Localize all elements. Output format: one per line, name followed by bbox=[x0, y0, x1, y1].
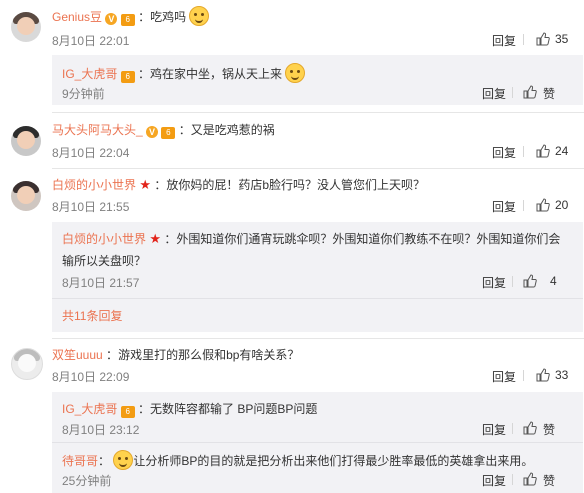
comment-sep: ： bbox=[154, 178, 167, 192]
reply-line: IG_大虎哥 6 ：鸡在家中坐，锅从天上来 bbox=[62, 63, 306, 83]
level-icon: 6 bbox=[161, 127, 176, 139]
reply-text-line2: 输所以关盘呗？ bbox=[62, 254, 147, 268]
reply-line: 白烦的小小世界 ★ ：外围知道你们通宵玩跳伞呗？外围知道你们教练不在呗？外围知道… bbox=[62, 230, 560, 247]
reply-sep: ： bbox=[98, 454, 111, 468]
reply-divider bbox=[52, 298, 583, 299]
reply-time: 8月10日 21:57 bbox=[62, 276, 140, 290]
thumbs-up-icon[interactable] bbox=[536, 198, 550, 212]
comment-text: 游戏里打的那么假和bp有啥关系？ bbox=[118, 348, 300, 362]
thumbs-up-icon[interactable] bbox=[536, 32, 550, 46]
reply-button[interactable]: 回复 bbox=[482, 85, 506, 102]
username-link[interactable]: 白烦的小小世界 bbox=[62, 232, 146, 246]
comment-time: 8月10日 22:04 bbox=[52, 146, 130, 160]
username-link[interactable]: Genius豆 bbox=[52, 10, 102, 24]
star-icon: ★ bbox=[139, 177, 152, 192]
comment-text: 放你妈的屁！药店b脸行吗？没人管您们上天呗？ bbox=[166, 178, 426, 192]
comment-line: 马大头阿马大头_ V 6 ：又是吃鸡惹的祸 bbox=[52, 121, 275, 139]
reply-sep: ： bbox=[164, 232, 177, 246]
reply-button[interactable]: 回复 bbox=[482, 274, 506, 291]
reply-line: IG_大虎哥 6 ：无数阵容都输了 BP问题BP问题 bbox=[62, 400, 317, 418]
like-count[interactable]: 20 bbox=[555, 198, 568, 212]
divider bbox=[52, 338, 584, 339]
verified-icon: V bbox=[146, 126, 159, 138]
reply-time: 9分钟前 bbox=[62, 87, 105, 101]
comment-sep: ： bbox=[178, 123, 191, 137]
username-link[interactable]: IG_大虎哥 bbox=[62, 402, 117, 416]
reply-box: 白烦的小小世界 ★ ：外围知道你们通宵玩跳伞呗？外围知道你们教练不在呗？外围知道… bbox=[52, 222, 583, 332]
divider bbox=[52, 112, 584, 113]
reply-box: IG_大虎哥 6 ：无数阵容都输了 BP问题BP问题 8月10日 23:12 回… bbox=[52, 392, 583, 493]
username-link[interactable]: IG_大虎哥 bbox=[62, 67, 117, 81]
avatar[interactable] bbox=[11, 12, 41, 42]
comment-line: Genius豆 V 6 ：吃鸡吗 bbox=[52, 6, 210, 26]
like-label[interactable]: 赞 bbox=[543, 421, 555, 438]
comment-time: 8月10日 21:55 bbox=[52, 200, 130, 214]
thumbs-up-icon[interactable] bbox=[536, 144, 550, 158]
emoji-icon bbox=[189, 6, 210, 26]
reply-sep: ： bbox=[138, 402, 151, 416]
comment-sep: ： bbox=[138, 10, 151, 24]
comment-sep: ： bbox=[106, 348, 119, 362]
reply-text: 让分析师BP的目的就是把分析出来他们打得最少胜率最低的英雄拿出来用。 bbox=[133, 454, 534, 468]
reply-button[interactable]: 回复 bbox=[492, 368, 516, 385]
reply-button[interactable]: 回复 bbox=[482, 421, 506, 438]
like-count[interactable]: 33 bbox=[555, 368, 568, 382]
action-divider bbox=[512, 87, 513, 98]
reply-button[interactable]: 回复 bbox=[492, 198, 516, 215]
reply-button[interactable]: 回复 bbox=[492, 144, 516, 161]
level-icon: 6 bbox=[120, 406, 135, 418]
divider bbox=[52, 168, 584, 169]
reply-text: 无数阵容都输了 BP问题BP问题 bbox=[150, 402, 318, 416]
thumbs-up-icon[interactable] bbox=[536, 368, 550, 382]
comment-line: 白烦的小小世界 ★ ：放你妈的屁！药店b脸行吗？没人管您们上天呗？ bbox=[52, 176, 425, 193]
like-label[interactable]: 赞 bbox=[543, 472, 555, 489]
like-label[interactable]: 赞 bbox=[543, 85, 555, 102]
level-icon: 6 bbox=[120, 14, 135, 26]
comment-text: 又是吃鸡惹的祸 bbox=[190, 123, 275, 137]
action-divider bbox=[512, 276, 513, 287]
action-divider bbox=[523, 200, 524, 211]
avatar[interactable] bbox=[11, 348, 43, 380]
reply-time: 8月10日 23:12 bbox=[62, 423, 140, 437]
more-replies-link[interactable]: 共11条回复 bbox=[62, 307, 122, 324]
thumbs-up-icon[interactable] bbox=[523, 274, 537, 288]
reply-button[interactable]: 回复 bbox=[482, 472, 506, 489]
username-link[interactable]: 马大头阿马大头_ bbox=[52, 123, 143, 137]
like-count[interactable]: 4 bbox=[550, 274, 557, 288]
level-icon: 6 bbox=[120, 71, 135, 83]
action-divider bbox=[523, 34, 524, 45]
reply-button[interactable]: 回复 bbox=[492, 32, 516, 49]
action-divider bbox=[512, 423, 513, 434]
thumbs-up-icon[interactable] bbox=[523, 85, 537, 99]
avatar[interactable] bbox=[11, 181, 41, 211]
action-divider bbox=[523, 146, 524, 157]
username-link[interactable]: 白烦的小小世界 bbox=[52, 178, 136, 192]
reply-box: IG_大虎哥 6 ：鸡在家中坐，锅从天上来 9分钟前 回复 赞 bbox=[52, 55, 583, 105]
action-divider bbox=[512, 474, 513, 485]
comment-text: 吃鸡吗 bbox=[150, 10, 187, 24]
comment-time: 8月10日 22:09 bbox=[52, 370, 130, 384]
like-count[interactable]: 24 bbox=[555, 144, 568, 158]
reply-text: 鸡在家中坐，锅从天上来 bbox=[150, 67, 283, 81]
emoji-icon bbox=[285, 63, 306, 83]
comment-time: 8月10日 22:01 bbox=[52, 34, 130, 48]
more-replies-text[interactable]: 共11条回复 bbox=[62, 309, 122, 323]
username-link[interactable]: 双笙uuuu bbox=[52, 348, 103, 362]
comment-line: 双笙uuuu ：游戏里打的那么假和bp有啥关系？ bbox=[52, 346, 299, 363]
username-link[interactable]: 待哥哥 bbox=[62, 454, 98, 468]
reply-line: 待哥哥： 让分析师BP的目的就是把分析出来他们打得最少胜率最低的英雄拿出来用。 bbox=[62, 450, 533, 470]
thumbs-up-icon[interactable] bbox=[523, 472, 537, 486]
like-count[interactable]: 35 bbox=[555, 32, 568, 46]
emoji-icon bbox=[113, 450, 134, 470]
star-icon: ★ bbox=[149, 231, 162, 246]
reply-time: 25分钟前 bbox=[62, 474, 112, 488]
reply-sep: ： bbox=[138, 67, 151, 81]
reply-text-line1: 外围知道你们通宵玩跳伞呗？外围知道你们教练不在呗？外围知道你们会 bbox=[176, 232, 561, 246]
reply-divider bbox=[52, 442, 583, 443]
avatar[interactable] bbox=[11, 126, 41, 156]
action-divider bbox=[523, 370, 524, 381]
thumbs-up-icon[interactable] bbox=[523, 421, 537, 435]
verified-icon: V bbox=[105, 13, 118, 25]
